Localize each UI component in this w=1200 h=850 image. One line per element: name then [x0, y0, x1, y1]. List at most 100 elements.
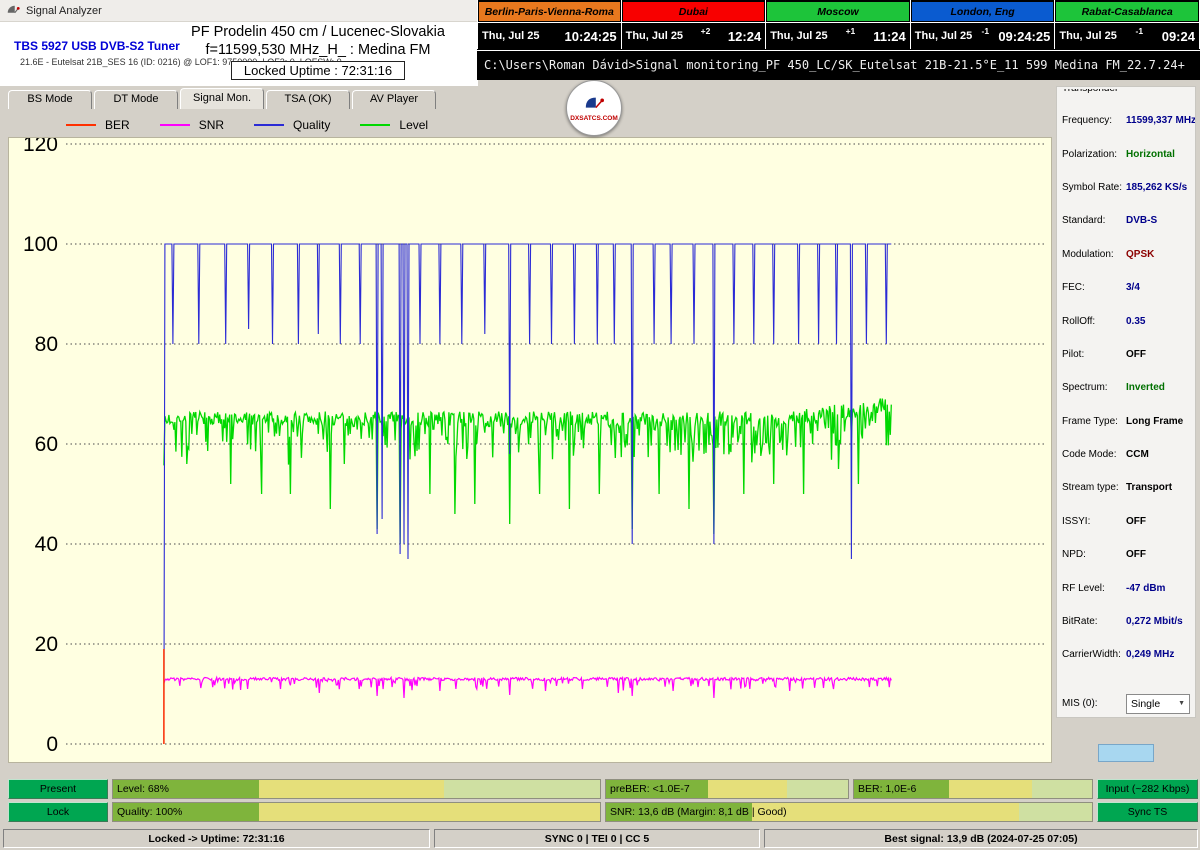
param-standard: Standard: DVB-S — [1057, 204, 1195, 237]
tab-tsa-ok[interactable]: TSA (OK) — [266, 90, 350, 109]
bar-segment — [949, 780, 1033, 798]
param-value: Long Frame — [1126, 415, 1184, 427]
clock-time: 09:24:25 — [998, 28, 1051, 44]
param-label: Symbol Rate: — [1062, 181, 1123, 193]
legend-label: SNR — [198, 118, 225, 132]
param-value: CCM — [1126, 449, 1149, 461]
statusbar-best-signal: Best signal: 13,9 dB (2024-07-25 07:05) — [764, 829, 1198, 848]
param-bitrate: BitRate: 0,272 Mbit/s — [1057, 605, 1195, 638]
present-indicator[interactable]: Present — [8, 779, 108, 799]
quality-bar-fill — [113, 803, 600, 821]
bar-segment — [444, 780, 600, 798]
clock-utc-offset: -1 — [981, 26, 990, 36]
param-value: 11599,337 MHz — [1126, 115, 1196, 127]
header-area: TBS 5927 USB DVB-S2 Tuner 21.6E - Eutels… — [0, 22, 478, 86]
clock-date: Thu, Jul 25 — [482, 30, 540, 42]
bar-segment — [1032, 780, 1092, 798]
params-panel-button[interactable] — [1098, 744, 1154, 762]
y-tick-label: 40 — [35, 533, 58, 556]
param-npd: NPD: OFF — [1057, 538, 1195, 571]
world-clock-panel: Berlin-Paris-Vienna-Roma Thu, Jul 25 10:24… — [477, 0, 1200, 80]
clock-time: 11:24 — [873, 28, 906, 44]
legend-line-level — [360, 124, 391, 126]
clock-city-label: Rabat-Casablanca — [1056, 2, 1198, 21]
mis-label: MIS (0): — [1062, 698, 1098, 710]
statusbar: Locked -> Uptime: 72:31:16 SYNC 0 | TEI … — [0, 827, 1200, 850]
series-snr — [163, 675, 892, 699]
bar-segment — [259, 780, 445, 798]
param-spectrum: Spectrum: Inverted — [1057, 371, 1195, 404]
dxsatcs-logo: DXSATCS.COM — [566, 80, 622, 136]
clock-city-label: London, Eng — [911, 2, 1054, 21]
legend-line-snr — [159, 124, 190, 126]
param-label: Pilot: — [1062, 348, 1085, 360]
legend-label: Quality — [293, 118, 331, 132]
param-carrierwidth: CarrierWidth: 0,249 MHz — [1057, 638, 1195, 671]
param-label: Stream type: — [1062, 482, 1119, 494]
param-label: ISSYI: — [1062, 515, 1091, 527]
legend-label: BER — [105, 118, 130, 132]
bar-segment — [787, 780, 848, 798]
param-rf-level: RF Level: -47 dBm — [1057, 571, 1195, 604]
clock-time-display: Thu, Jul 25 -1 09:24:25 — [910, 22, 1055, 49]
legend-label: Level — [399, 118, 429, 132]
clock-time: 10:24:25 — [564, 28, 617, 44]
ber-bar-label: BER: 1,0E-6 — [858, 783, 917, 795]
snr-bar-label: SNR: 13,6 dB (Margin: 8,1 dB | Good) — [610, 806, 787, 818]
tab-dt-mode[interactable]: DT Mode — [94, 90, 178, 109]
input-indicator[interactable]: Input (~282 Kbps) — [1097, 779, 1198, 799]
param-value: 0,272 Mbit/s — [1126, 616, 1183, 628]
level-bar-label: Level: 68% — [117, 783, 169, 795]
y-tick-label: 0 — [46, 733, 58, 756]
ber-bar: BER: 1,0E-6 — [853, 779, 1093, 799]
statusbar-lock-uptime: Locked -> Uptime: 72:31:16 — [3, 829, 430, 848]
param-symbol-rate: Symbol Rate: 185,262 KS/s — [1057, 171, 1195, 204]
clock-time-display: Thu, Jul 25 +2 12:24 — [621, 22, 766, 49]
param-label: Frequency: — [1062, 115, 1113, 127]
lock-indicator[interactable]: Lock — [8, 802, 108, 822]
param-value: 3/4 — [1126, 282, 1140, 294]
site-line: PF Prodelin 450 cm / Lucenec-Slovakia — [191, 24, 445, 40]
legend-item-snr: SNR — [159, 118, 225, 132]
signal-chart: 0 20 40 60 80 100 120 — [23, 133, 1045, 756]
param-value: -47 dBm — [1126, 582, 1166, 594]
param-label: NPD: — [1062, 549, 1086, 561]
clock-date: Thu, Jul 25 — [625, 30, 684, 42]
satellite-dish-icon — [582, 94, 606, 114]
param-value: Transport — [1126, 482, 1173, 494]
param-label: Modulation: — [1062, 248, 1114, 260]
param-label: RF Level: — [1062, 582, 1105, 594]
param-label: Transponder — [1062, 89, 1126, 94]
preber-bar-label: preBER: <1.0E-7 — [610, 783, 690, 795]
param-label: Spectrum: — [1062, 382, 1108, 394]
locked-uptime-box: Locked Uptime : 72:31:16 — [230, 61, 406, 80]
mode-tabbar: BS Mode DT Mode Signal Mon. TSA (OK) AV Play… — [8, 88, 438, 109]
y-tick-label: 60 — [35, 433, 58, 456]
clock-time-display: Thu, Jul 25 10:24:25 — [478, 22, 621, 49]
snr-bar: SNR: 13,6 dB (Margin: 8,1 dB | Good) — [605, 802, 1093, 822]
level-bar: Level: 68% — [112, 779, 601, 799]
tab-bs-mode[interactable]: BS Mode — [8, 90, 92, 109]
param-label: Standard: — [1062, 215, 1106, 227]
param-value: 185,262 KS/s — [1126, 181, 1188, 193]
tab-av-player[interactable]: AV Player — [352, 90, 436, 109]
clock-moscow: Moscow Thu, Jul 25 +1 11:24 — [766, 0, 911, 49]
transponder-params-panel: Transponder Frequency: 11599,337 MHz Polari… — [1056, 86, 1196, 718]
legend-item-quality: Quality — [254, 118, 330, 132]
param-pilot: Pilot: OFF — [1057, 338, 1195, 371]
console-line: C:\Users\Roman Dávid>Signal monitoring_P… — [477, 50, 1200, 80]
tuner-name: TBS 5927 USB DVB-S2 Tuner — [14, 39, 180, 53]
param-fec: FEC: 3/4 — [1057, 271, 1195, 304]
param-value: Horizontal — [1126, 148, 1175, 160]
tab-signal-mon[interactable]: Signal Mon. — [180, 88, 264, 109]
sync-ts-indicator[interactable]: Sync TS — [1097, 802, 1198, 822]
mis-dropdown[interactable]: Single ▼ — [1126, 693, 1190, 714]
status-row-1: Present Level: 68% preBER: <1.0E-7 BER: 1,0… — [0, 779, 1200, 799]
clock-time-display: Thu, Jul 25 -1 09:24 — [1055, 22, 1199, 49]
param-value: Inverted — [1126, 382, 1165, 394]
bar-segment — [707, 780, 788, 798]
series-level — [163, 398, 892, 545]
param-stream-type: Stream type: Transport — [1057, 471, 1195, 504]
param-label: RollOff: — [1062, 315, 1096, 327]
param-issyi: ISSYI: OFF — [1057, 505, 1195, 538]
